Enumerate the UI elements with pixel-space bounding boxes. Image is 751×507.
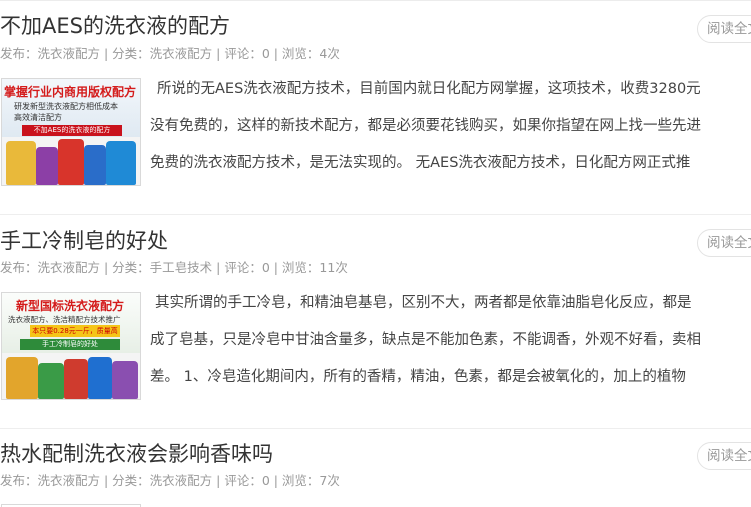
detergent-bottles-image xyxy=(2,353,140,399)
thumbnail-banner: 新型国标洗衣液配方 洗衣液配方、洗洁精配方技术推广 本只要0.28元一斤，质量高… xyxy=(2,293,140,353)
excerpt-line: 成了皂基，只是冷皂中甘油含量多，缺点是不能加色素，不能调香，外观不好看，卖相 xyxy=(150,332,701,348)
thumbnail-caption: 洗衣液配方、洗洁精配方技术推广 xyxy=(8,315,121,324)
article-title[interactable]: 不加AES的洗衣液的配方 xyxy=(0,13,230,39)
excerpt-line: 所说的无AES洗衣液配方技术，目前国内就日化配方网掌握，这项技术，收费3280元 xyxy=(157,81,701,97)
article-meta: 发布：洗衣液配方 | 分类：洗衣液配方 | 评论：0 | 浏览：7次 xyxy=(0,473,340,488)
article-meta: 发布：洗衣液配方 | 分类：手工皂技术 | 评论：0 | 浏览：11次 xyxy=(0,260,348,275)
thumbnail-headline: 新型国标洗衣液配方 xyxy=(16,299,125,313)
excerpt-line: 没有免费的，这样的新技术配方，都是必须要花钱购买，如果你指望在网上找一些先进 xyxy=(150,118,701,134)
top-border xyxy=(0,0,751,1)
thumbnail-caption: 研发新型洗衣液配方相低成本 xyxy=(14,102,118,111)
thumbnail-headline: 掌握行业内商用版权配方 xyxy=(4,85,137,99)
read-more-button[interactable]: 阅读全文 xyxy=(697,229,751,257)
read-more-button[interactable]: 阅读全文 xyxy=(697,15,751,43)
thumbnail-ribbon: 手工冷制皂的好处 xyxy=(20,339,120,350)
read-more-button[interactable]: 阅读全文 xyxy=(697,442,751,470)
article-excerpt: 其实所谓的手工冷皂，和精油皂基皂，区别不大，两者都是依靠油脂皂化反应，都是 成了… xyxy=(150,285,751,396)
article-excerpt: 所说的无AES洗衣液配方技术，目前国内就日化配方网掌握，这项技术，收费3280元… xyxy=(150,71,751,182)
thumbnail-caption: 高效清洁配方 xyxy=(14,113,62,122)
article-divider xyxy=(0,428,751,429)
thumbnail-price-tag: 本只要0.28元一斤，质量高 xyxy=(30,325,120,337)
article-title[interactable]: 手工冷制皂的好处 xyxy=(0,228,168,254)
excerpt-line: 差。 1、冷皂造化期间内，所有的香精，精油，色素，都是会被氧化的，加上的植物 xyxy=(150,369,686,385)
detergent-bottles-image xyxy=(2,135,140,185)
article-title[interactable]: 热水配制洗衣液会影响香味吗 xyxy=(0,441,273,467)
article-thumbnail[interactable]: 掌握行业内商用版权配方 研发新型洗衣液配方相低成本 高效清洁配方 不加AES的洗… xyxy=(1,78,141,186)
excerpt-line: 免费的洗衣液配方技术，是无法实现的。 无AES洗衣液配方技术，日化配方网正式推 xyxy=(150,155,691,171)
excerpt-line: 其实所谓的手工冷皂，和精油皂基皂，区别不大，两者都是依靠油脂皂化反应，都是 xyxy=(155,295,692,311)
article-divider xyxy=(0,214,751,215)
thumbnail-banner: 掌握行业内商用版权配方 研发新型洗衣液配方相低成本 高效清洁配方 不加AES的洗… xyxy=(2,79,140,137)
article-thumbnail[interactable]: 新型国标洗衣液配方 洗衣液配方、洗洁精配方技术推广 本只要0.28元一斤，质量高… xyxy=(1,292,141,400)
article-meta: 发布：洗衣液配方 | 分类：洗衣液配方 | 评论：0 | 浏览：4次 xyxy=(0,46,340,61)
